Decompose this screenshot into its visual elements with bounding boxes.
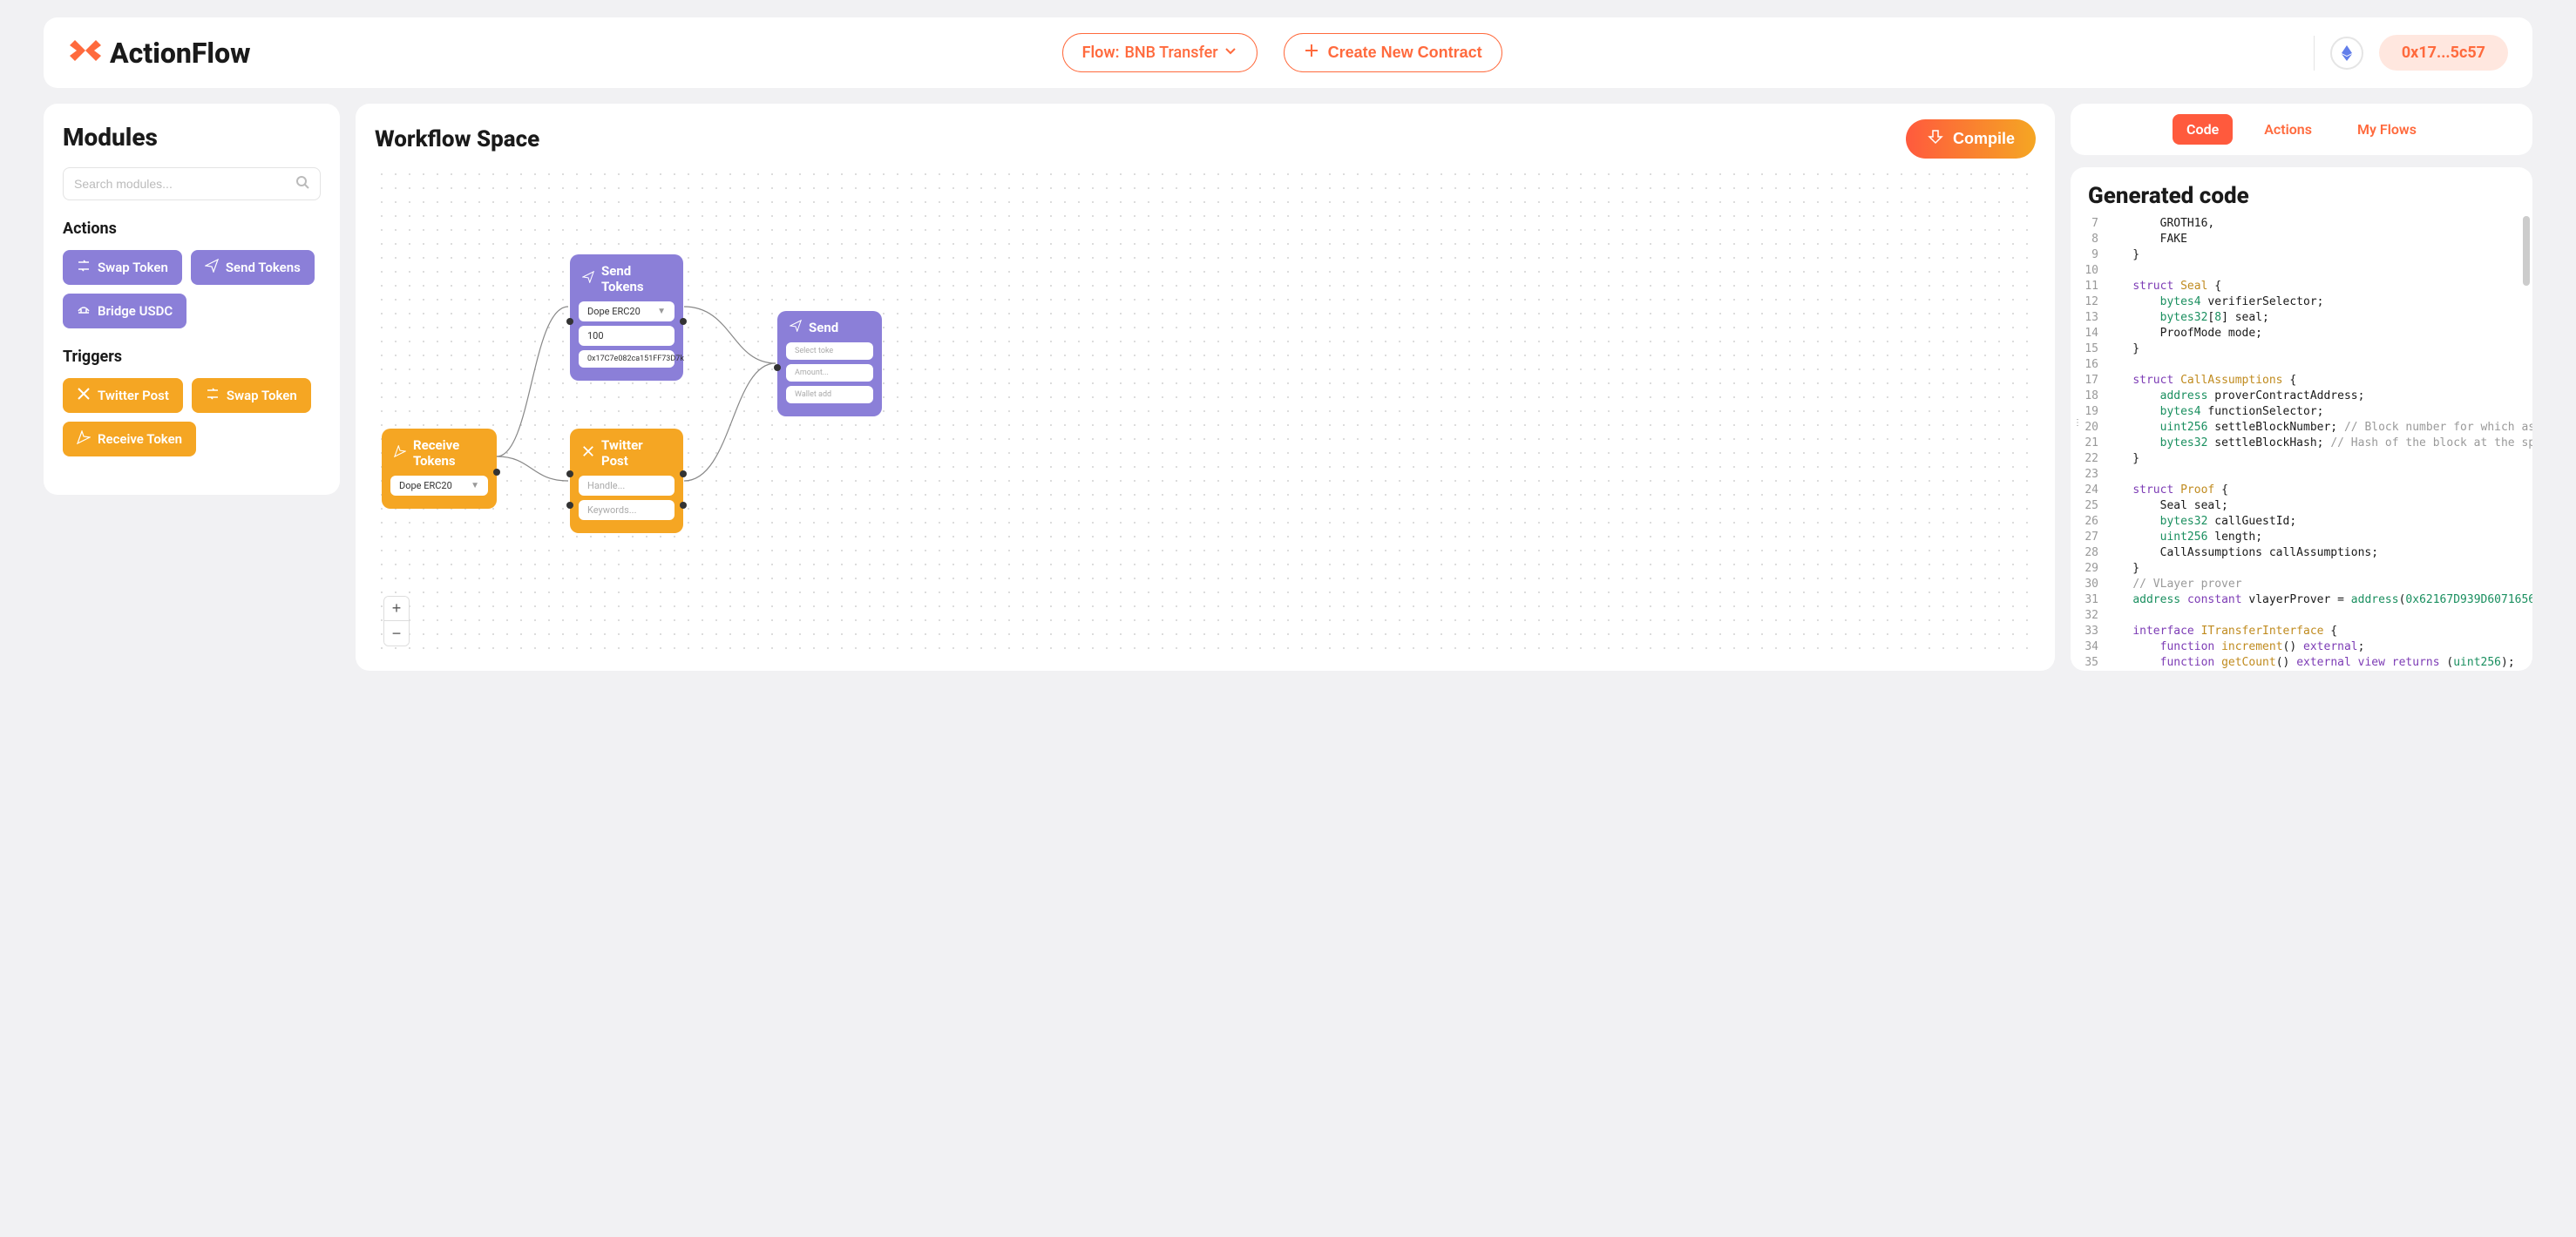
tabs-panel: Code Actions My Flows	[2071, 104, 2532, 155]
create-label: Create New Contract	[1328, 44, 1482, 62]
node-field[interactable]: 0x17C7e082ca151FF73D7k	[579, 350, 675, 368]
compile-button[interactable]: Compile	[1906, 119, 2036, 159]
modules-title: Modules	[63, 123, 321, 152]
logo-text: ActionFlow	[110, 37, 250, 70]
node-field[interactable]: Amount...	[786, 364, 873, 382]
logo-icon	[68, 38, 103, 68]
chevron-down-icon: ▼	[657, 307, 666, 316]
node-receive-tokens[interactable]: Receive Tokens Dope ERC20 ▼	[382, 429, 497, 509]
actions-label: Actions	[63, 220, 321, 238]
bridge-icon	[77, 302, 91, 320]
gutter: 7891011121314151617181920212223242526272…	[2071, 216, 2105, 671]
header: ActionFlow Flow: BNB Transfer Create New…	[44, 17, 2532, 88]
triggers-label: Triggers	[63, 348, 321, 366]
divider	[2314, 36, 2315, 71]
flow-name: BNB Transfer	[1125, 44, 1218, 62]
zoom-controls: + −	[383, 596, 410, 646]
node-twitter-post[interactable]: Twitter Post Handle... Keywords...	[570, 429, 683, 533]
zoom-out-button[interactable]: −	[384, 621, 409, 646]
plus-icon	[1304, 43, 1319, 63]
shuffle-icon	[77, 259, 91, 276]
compile-icon	[1927, 128, 1944, 150]
trigger-twitter-post[interactable]: Twitter Post	[63, 378, 183, 413]
node-field[interactable]: 100	[579, 326, 675, 346]
workflow-panel: Workflow Space Compile Receive Tokens	[356, 104, 2055, 671]
canvas[interactable]: Receive Tokens Dope ERC20 ▼ Send Tokens …	[375, 167, 2036, 655]
trigger-swap-token[interactable]: Swap Token	[192, 378, 311, 413]
search-icon	[295, 175, 309, 193]
code-panel: Generated code ⋮⋮ 7891011121314151617181…	[2071, 167, 2532, 671]
fold-handle-icon[interactable]: ⋮⋮	[2071, 417, 2082, 429]
node-send-tokens[interactable]: Send Tokens Dope ERC20 ▼ 100 0x17C7e082c…	[570, 254, 683, 381]
send-icon	[205, 259, 219, 276]
chevron-down-icon	[1224, 44, 1237, 62]
actions-row: Swap Token Send Tokens Bridge USDC	[63, 250, 321, 328]
code-lines: GROTH16, FAKE } struct Seal { bytes4 ver…	[2105, 216, 2532, 671]
tab-myflows[interactable]: My Flows	[2343, 114, 2430, 145]
shuffle-icon	[206, 387, 220, 404]
modules-panel: Modules Actions Swap Token Send Tokens B…	[44, 104, 340, 495]
chevron-down-icon: ▼	[471, 481, 479, 490]
node-field[interactable]: Dope ERC20 ▼	[579, 301, 675, 321]
node-field[interactable]: Dope ERC20 ▼	[390, 476, 488, 496]
node-field[interactable]: Select toke	[786, 342, 873, 360]
code-title: Generated code	[2071, 183, 2532, 216]
zoom-in-button[interactable]: +	[384, 597, 409, 621]
logo: ActionFlow	[68, 37, 250, 70]
receive-icon	[77, 430, 91, 448]
send-icon	[790, 320, 802, 335]
flow-selector[interactable]: Flow: BNB Transfer	[1062, 33, 1257, 72]
trigger-receive-token[interactable]: Receive Token	[63, 422, 196, 456]
workflow-title: Workflow Space	[375, 126, 539, 152]
action-send-tokens[interactable]: Send Tokens	[191, 250, 315, 285]
node-field[interactable]: Wallet add	[786, 386, 873, 403]
wallet-address[interactable]: 0x17...5c57	[2379, 35, 2508, 71]
x-icon	[582, 445, 594, 461]
node-send-tokens-2[interactable]: Send Select toke Amount... Wallet add	[777, 311, 882, 416]
search-input[interactable]	[74, 177, 295, 191]
scrollbar-thumb[interactable]	[2523, 216, 2530, 286]
node-field[interactable]: Handle...	[579, 476, 675, 496]
header-right: 0x17...5c57	[2314, 35, 2508, 71]
send-icon	[582, 271, 594, 287]
x-icon	[77, 387, 91, 404]
code-editor[interactable]: ⋮⋮ 7891011121314151617181920212223242526…	[2071, 216, 2532, 671]
action-swap-token[interactable]: Swap Token	[63, 250, 182, 285]
node-field[interactable]: Keywords...	[579, 500, 675, 520]
receive-icon	[394, 445, 406, 461]
ethereum-icon[interactable]	[2330, 37, 2363, 70]
tab-code[interactable]: Code	[2173, 114, 2233, 145]
flow-label: Flow:	[1082, 44, 1120, 62]
triggers-row: Twitter Post Swap Token Receive Token	[63, 378, 321, 456]
search-box[interactable]	[63, 167, 321, 200]
edges	[375, 167, 2036, 655]
action-bridge-usdc[interactable]: Bridge USDC	[63, 294, 186, 328]
header-center: Flow: BNB Transfer Create New Contract	[271, 33, 2292, 72]
create-contract-button[interactable]: Create New Contract	[1284, 33, 1502, 72]
tab-actions[interactable]: Actions	[2250, 114, 2326, 145]
